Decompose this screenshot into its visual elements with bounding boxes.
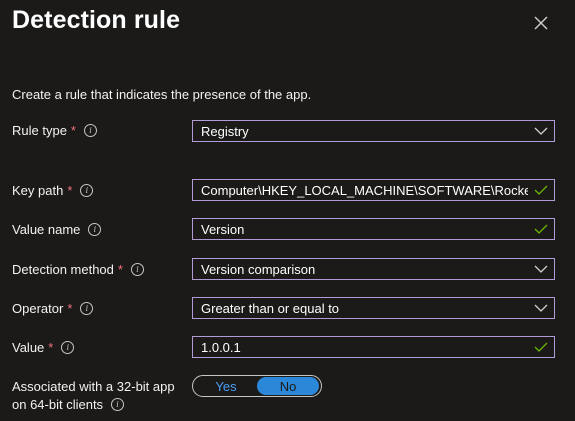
value-name-input[interactable]: Version <box>192 218 555 240</box>
info-icon[interactable]: i <box>80 184 94 197</box>
info-icon[interactable]: i <box>130 263 144 276</box>
close-icon[interactable] <box>531 13 551 33</box>
detection-method-dropdown[interactable]: Version comparison <box>192 258 555 280</box>
key-path-label: Key path * i <box>12 183 94 198</box>
assoc-label-line1: Associated with a 32-bit app <box>12 379 175 394</box>
checkmark-icon <box>528 180 554 200</box>
toggle-yes-option[interactable]: Yes <box>195 377 257 395</box>
rule-type-label: Rule type * i <box>12 123 97 138</box>
panel-intro: Create a rule that indicates the presenc… <box>12 87 312 102</box>
detection-method-label: Detection method * i <box>12 262 144 277</box>
info-icon[interactable]: i <box>61 341 75 354</box>
info-icon[interactable]: i <box>83 124 97 137</box>
checkmark-icon <box>528 219 554 239</box>
required-asterisk: * <box>48 340 54 355</box>
key-path-input[interactable]: Computer\HKEY_LOCAL_MACHINE\SOFTWARE\Roc… <box>192 179 555 201</box>
chevron-down-icon <box>528 298 554 318</box>
checkmark-icon <box>528 337 554 357</box>
value-input[interactable]: 1.0.0.1 <box>192 336 555 358</box>
panel-title: Detection rule <box>12 6 181 34</box>
assoc-label-line2: on 64-bit clients i <box>12 397 125 412</box>
rule-type-dropdown[interactable]: Registry <box>192 120 555 142</box>
required-asterisk: * <box>117 262 123 277</box>
assoc-toggle[interactable]: Yes No <box>192 375 322 397</box>
info-icon[interactable]: i <box>88 223 102 236</box>
chevron-down-icon <box>528 259 554 279</box>
required-asterisk: * <box>67 301 73 316</box>
toggle-no-option[interactable]: No <box>257 377 319 395</box>
info-icon[interactable]: i <box>80 302 94 315</box>
chevron-down-icon <box>528 121 554 141</box>
operator-label: Operator * i <box>12 301 94 316</box>
info-icon[interactable]: i <box>111 398 125 411</box>
value-label: Value * i <box>12 340 75 355</box>
required-asterisk: * <box>70 123 76 138</box>
value-name-label: Value name i <box>12 222 102 237</box>
operator-dropdown[interactable]: Greater than or equal to <box>192 297 555 319</box>
required-asterisk: * <box>67 183 73 198</box>
